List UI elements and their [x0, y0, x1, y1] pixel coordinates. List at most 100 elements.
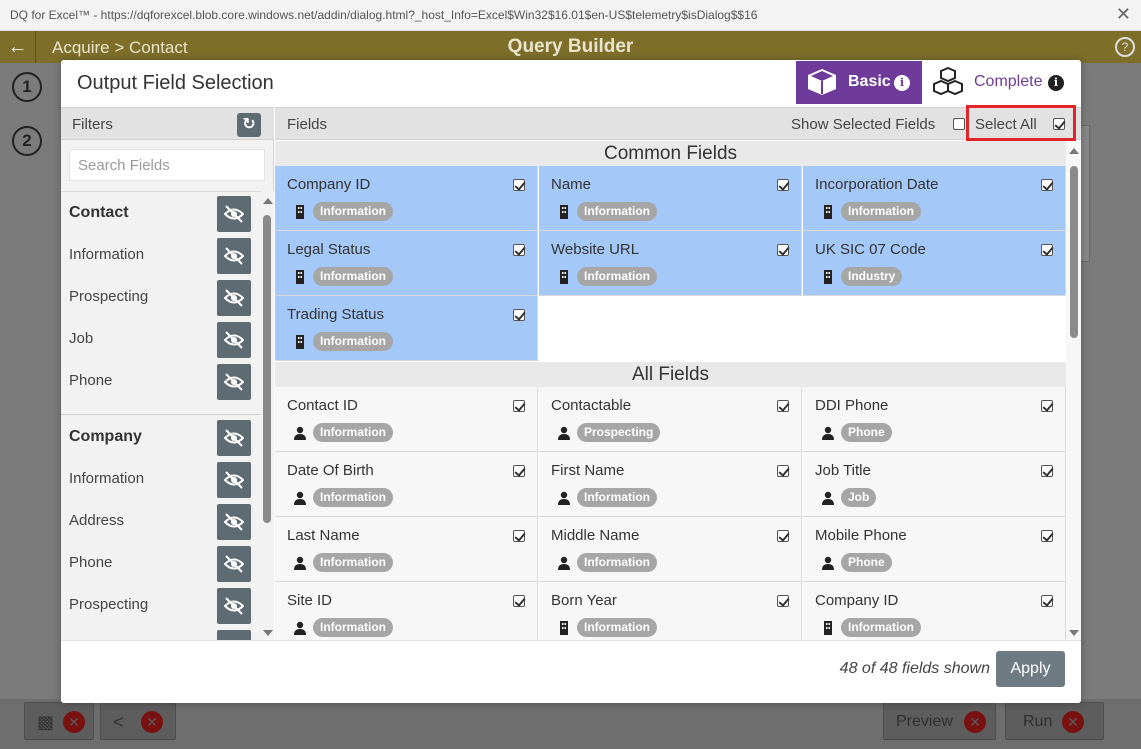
preview-button[interactable]: Preview ✕	[883, 702, 996, 740]
filter-item-information[interactable]: Information	[61, 458, 261, 500]
field-checkbox[interactable]	[513, 179, 525, 191]
save-icon: ▩	[37, 712, 55, 732]
info-icon[interactable]: i	[1048, 75, 1064, 91]
field-tag: Phone	[841, 423, 892, 442]
field-card[interactable]: Job Title Job	[803, 452, 1066, 517]
cube-icon	[808, 69, 836, 95]
field-card[interactable]: Company ID Information	[275, 166, 538, 231]
filter-item-job[interactable]: Job	[61, 318, 261, 360]
filter-group-company[interactable]: Company	[61, 416, 261, 458]
complete-mode-button[interactable]: Complete i	[922, 61, 1072, 104]
field-card[interactable]: Trading Status Information	[275, 296, 538, 361]
field-card[interactable]: DDI Phone Phone	[803, 387, 1066, 452]
eye-slash-icon[interactable]	[217, 630, 251, 640]
field-checkbox[interactable]	[513, 244, 525, 256]
fields-title: Fields	[287, 116, 328, 133]
eye-slash-icon[interactable]	[217, 546, 251, 582]
field-name: Website URL	[551, 241, 640, 258]
field-card[interactable]: Incorporation Date Information	[803, 166, 1066, 231]
eye-slash-icon[interactable]	[217, 588, 251, 624]
filter-item-phone[interactable]: Phone	[61, 360, 261, 402]
field-checkbox[interactable]	[777, 179, 789, 191]
filter-item-address[interactable]: Address	[61, 500, 261, 542]
filters-scrollbar[interactable]	[261, 191, 274, 640]
show-selected-checkbox[interactable]	[953, 118, 965, 130]
eye-slash-icon[interactable]	[217, 420, 251, 456]
field-card[interactable]: Date Of Birth Information	[275, 452, 538, 517]
apply-button[interactable]: Apply	[996, 651, 1065, 687]
basic-mode-button[interactable]: Basic i	[796, 61, 922, 104]
field-card[interactable]: Company ID Information	[803, 582, 1066, 640]
close-icon[interactable]: ✕	[1116, 5, 1131, 23]
info-icon[interactable]: i	[894, 75, 910, 91]
field-tag: Information	[313, 332, 393, 351]
field-checkbox[interactable]	[777, 244, 789, 256]
eye-slash-icon[interactable]	[217, 364, 251, 400]
eye-slash-icon[interactable]	[217, 462, 251, 498]
field-card[interactable]: Mobile Phone Phone	[803, 517, 1066, 582]
filters-panel: Filters ↻ Contact Information Prospectin…	[61, 107, 274, 640]
field-checkbox[interactable]	[1041, 530, 1053, 542]
field-checkbox[interactable]	[513, 400, 525, 412]
scrollbar-thumb[interactable]	[1070, 166, 1078, 338]
field-checkbox[interactable]	[777, 400, 789, 412]
building-icon	[824, 205, 832, 219]
scroll-down-icon[interactable]	[263, 630, 273, 636]
field-card[interactable]: Contactable Prospecting	[539, 387, 802, 452]
eye-slash-icon[interactable]	[217, 196, 251, 232]
field-name: Job Title	[815, 462, 871, 479]
field-checkbox[interactable]	[1041, 400, 1053, 412]
filter-item-phone[interactable]: Phone	[61, 542, 261, 584]
field-card[interactable]: Site ID Information	[275, 582, 538, 640]
eye-slash-icon[interactable]	[217, 504, 251, 540]
filter-item-information[interactable]: Information	[61, 234, 261, 276]
eye-slash-icon[interactable]	[217, 238, 251, 274]
modal-header: Output Field Selection Basic i Complete …	[61, 60, 1081, 107]
field-card[interactable]: Born Year Information	[539, 582, 802, 640]
field-card[interactable]: Legal Status Information	[275, 231, 538, 296]
field-checkbox[interactable]	[777, 465, 789, 477]
window-titlebar: DQ for Excel™ - https://dqforexcel.blob.…	[0, 0, 1141, 31]
building-icon	[296, 270, 304, 284]
field-checkbox[interactable]	[1041, 465, 1053, 477]
select-all-checkbox[interactable]	[1053, 118, 1065, 130]
field-card[interactable]: First Name Information	[539, 452, 802, 517]
field-name: Date Of Birth	[287, 462, 374, 479]
field-checkbox[interactable]	[1041, 595, 1053, 607]
share-button[interactable]: < ✕	[100, 702, 176, 740]
field-card[interactable]: Last Name Information	[275, 517, 538, 582]
filter-item-prospecting[interactable]: Prospecting	[61, 276, 261, 318]
output-field-selection-dialog: Output Field Selection Basic i Complete …	[61, 60, 1081, 703]
scroll-up-icon[interactable]	[263, 198, 273, 204]
field-checkbox[interactable]	[513, 530, 525, 542]
field-card[interactable]: Name Information	[539, 166, 802, 231]
eye-slash-icon[interactable]	[217, 322, 251, 358]
fields-scrollbar[interactable]	[1066, 141, 1081, 640]
run-button[interactable]: Run ✕	[1005, 702, 1104, 740]
app-title: Query Builder	[507, 36, 634, 57]
scroll-up-icon[interactable]	[1069, 148, 1079, 154]
filter-label: Prospecting	[69, 288, 149, 305]
refresh-icon[interactable]: ↻	[237, 113, 261, 137]
scroll-down-icon[interactable]	[1069, 630, 1079, 636]
field-checkbox[interactable]	[513, 309, 525, 321]
field-checkbox[interactable]	[777, 530, 789, 542]
field-checkbox[interactable]	[513, 465, 525, 477]
field-checkbox[interactable]	[777, 595, 789, 607]
filter-item-prospecting[interactable]: Prospecting	[61, 584, 261, 626]
save-button[interactable]: ▩ ✕	[24, 702, 94, 740]
field-card[interactable]: Contact ID Information	[275, 387, 538, 452]
field-tag: Information	[577, 267, 657, 286]
search-fields-input[interactable]	[69, 149, 265, 181]
field-tag: Information	[841, 202, 921, 221]
field-checkbox[interactable]	[513, 595, 525, 607]
field-checkbox[interactable]	[1041, 179, 1053, 191]
eye-slash-icon[interactable]	[217, 280, 251, 316]
field-checkbox[interactable]	[1041, 244, 1053, 256]
field-card[interactable]: UK SIC 07 Code Industry	[803, 231, 1066, 296]
scrollbar-thumb[interactable]	[263, 215, 271, 523]
field-card[interactable]: Middle Name Information	[539, 517, 802, 582]
field-card[interactable]: Website URL Information	[539, 231, 802, 296]
filter-group-contact[interactable]: Contact	[61, 192, 261, 234]
help-icon[interactable]: ?	[1115, 37, 1135, 57]
